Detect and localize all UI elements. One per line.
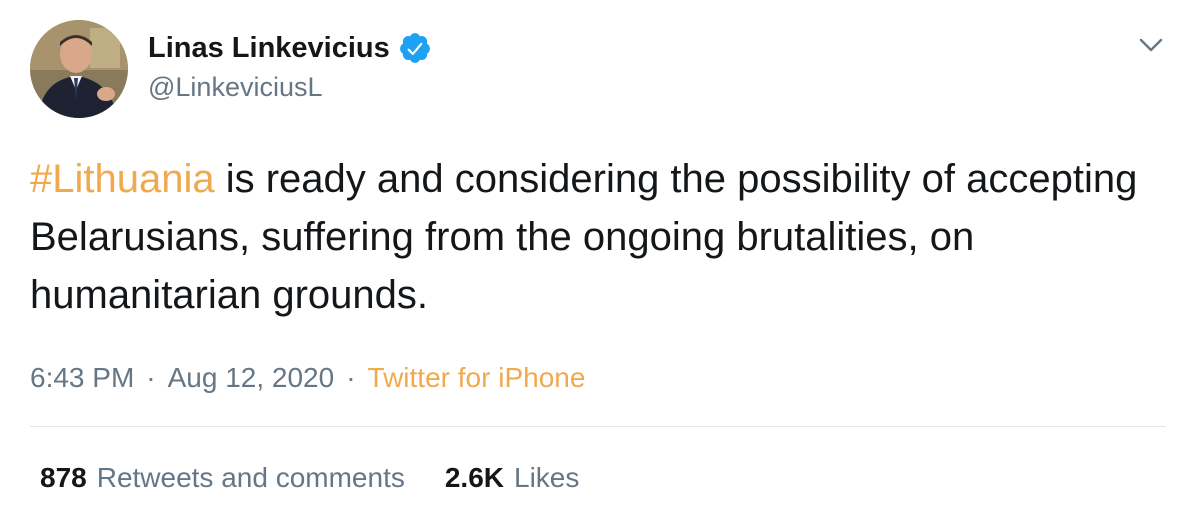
verified-badge-icon <box>398 31 432 65</box>
tweet-time[interactable]: 6:43 PM <box>30 362 134 394</box>
avatar-image <box>30 20 128 118</box>
likes-count: 2.6K <box>444 462 505 493</box>
chevron-down-icon[interactable] <box>1136 34 1166 56</box>
divider <box>30 426 1166 427</box>
display-name[interactable]: Linas Linkevicius <box>148 32 390 65</box>
meta-separator: · <box>146 362 156 393</box>
name-row: Linas Linkevicius <box>148 30 432 66</box>
tweet-source-link[interactable]: Twitter for iPhone <box>368 362 586 394</box>
likes-label: Likes <box>514 462 580 493</box>
tweet-card: Linas Linkevicius @LinkeviciusL #Lithuan… <box>0 0 1194 522</box>
retweets-stat[interactable]: 878 Retweets and comments <box>40 462 405 494</box>
hashtag-link[interactable]: #Lithuania <box>30 157 215 201</box>
avatar[interactable] <box>30 20 128 118</box>
retweets-label: Retweets and comments <box>96 462 405 493</box>
tweet-stats: 878 Retweets and comments 2.6K Likes <box>40 458 619 498</box>
user-handle[interactable]: @LinkeviciusL <box>148 72 432 103</box>
user-info[interactable]: Linas Linkevicius @LinkeviciusL <box>148 30 432 103</box>
tweet-meta: 6:43 PM · Aug 12, 2020 · Twitter for iPh… <box>30 358 585 398</box>
meta-separator: · <box>346 362 356 393</box>
tweet-text: #Lithuania is ready and considering the … <box>30 150 1140 324</box>
likes-stat[interactable]: 2.6K Likes <box>445 462 580 494</box>
retweets-count: 878 <box>40 462 87 493</box>
tweet-date[interactable]: Aug 12, 2020 <box>168 362 335 394</box>
